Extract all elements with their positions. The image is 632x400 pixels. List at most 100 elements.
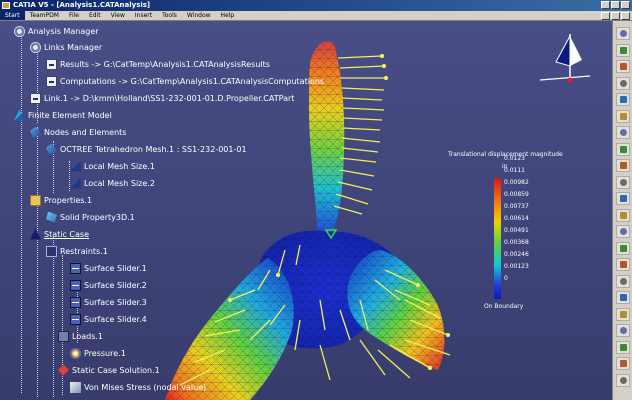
local-mesh-size-icon (70, 177, 81, 189)
fit-button[interactable] (616, 76, 630, 90)
displacement-legend[interactable]: Translational displacement magnitude in … (448, 151, 588, 321)
surface-slider-icon (70, 296, 81, 308)
doc-minimize-button[interactable] (601, 12, 610, 20)
image-button[interactable] (616, 175, 630, 189)
menu-bar: Start TeamPDM File Edit View Insert Tool… (0, 11, 632, 21)
hide-show-button[interactable] (616, 126, 630, 139)
link-icon (46, 58, 57, 70)
amplification-button[interactable] (616, 225, 630, 238)
shading-button[interactable] (616, 109, 630, 123)
right-toolbar (612, 21, 632, 400)
shading-icon (620, 112, 627, 120)
image-icon (620, 178, 627, 186)
tree-computations-link[interactable]: Computations -> G:\CatTemp\Analysis1.CAT… (46, 74, 324, 88)
pan-icon (620, 46, 627, 54)
tree-surface-slider-4[interactable]: Surface Slider.4 (70, 312, 147, 326)
rotate-icon (620, 63, 627, 70)
menu-help[interactable]: Help (216, 11, 240, 20)
generate-button[interactable] (616, 307, 630, 321)
amplification-icon (620, 228, 627, 235)
tree-properties[interactable]: Properties.1 (30, 193, 92, 207)
menu-tools[interactable]: Tools (157, 11, 182, 20)
legend-color-bar (494, 178, 501, 299)
tree-local-mesh-size-1[interactable]: Local Mesh Size.1 (70, 159, 155, 173)
analysis-button[interactable] (616, 357, 630, 370)
menu-start[interactable]: Start (0, 11, 25, 20)
options-button[interactable] (616, 340, 630, 354)
minimize-button[interactable] (601, 1, 610, 9)
tree-local-mesh-size-2[interactable]: Local Mesh Size.2 (70, 176, 155, 190)
legend-footer: On Boundary (484, 303, 524, 310)
tree-surface-slider-2[interactable]: Surface Slider.2 (70, 278, 147, 292)
tools-button[interactable] (616, 373, 630, 387)
tools-icon (620, 376, 627, 384)
cut-plane-button[interactable] (616, 208, 630, 222)
solid-property-icon (46, 211, 57, 223)
doc-close-button[interactable] (621, 12, 630, 20)
von-mises-icon (70, 381, 81, 393)
zoom-icon (620, 30, 627, 37)
catia-app-icon (2, 2, 10, 9)
tree-static-case-solution[interactable]: Static Case Solution.1 (58, 363, 160, 377)
report-button[interactable] (616, 274, 630, 288)
window-title-bar: CATIA V5 - [Analysis1.CATAnalysis] (0, 0, 632, 11)
compass-icon[interactable] (539, 34, 591, 83)
tree-results-link[interactable]: Results -> G:\CatTemp\Analysis1.CATAnaly… (46, 57, 270, 71)
measure-button[interactable] (616, 324, 630, 337)
finite-element-model-icon (14, 109, 25, 121)
legend-value: 0.0123 (504, 155, 525, 162)
tree-surface-slider-3[interactable]: Surface Slider.3 (70, 295, 147, 309)
tree-nodes-elements[interactable]: Nodes and Elements (30, 125, 126, 139)
rotate-button[interactable] (616, 60, 630, 73)
information-button[interactable] (616, 258, 630, 271)
information-icon (620, 261, 627, 268)
tree-octree-mesh[interactable]: OCTREE Tetrahedron Mesh.1 : SS1-232-001-… (46, 142, 247, 156)
generate-icon (620, 310, 627, 318)
pressure-icon (70, 347, 81, 359)
doc-restore-button[interactable] (611, 12, 620, 20)
menu-view[interactable]: View (106, 11, 130, 20)
solution-icon (58, 364, 69, 376)
maximize-button[interactable] (611, 1, 620, 9)
extrema-button[interactable] (616, 241, 630, 255)
menu-file[interactable]: File (64, 11, 84, 20)
menu-window[interactable]: Window (182, 11, 216, 20)
properties-folder-icon (30, 194, 41, 206)
close-button[interactable] (621, 1, 630, 9)
normal-view-icon (620, 96, 627, 103)
animate-icon (620, 195, 627, 202)
animate-button[interactable] (616, 192, 630, 205)
menu-teampdm[interactable]: TeamPDM (25, 11, 64, 20)
tree-restraints[interactable]: Restraints.1 (46, 244, 108, 258)
surface-slider-icon (70, 262, 81, 274)
links-manager-icon (30, 41, 41, 53)
tree-loads[interactable]: Loads.1 (58, 329, 103, 343)
local-mesh-size-icon (70, 160, 81, 172)
zoom-button[interactable] (616, 27, 630, 40)
legend-value: 0 (504, 275, 508, 282)
tree-part-link[interactable]: Link.1 -> D:\kmm\Holland\SS1-232-001-01.… (30, 91, 294, 105)
tree-finite-element-model[interactable]: Finite Element Model (14, 108, 112, 122)
sensor-button[interactable] (616, 291, 630, 304)
legend-value: 0.00246 (504, 251, 529, 258)
measure-icon (620, 327, 627, 334)
analysis-manager-icon (14, 25, 25, 37)
loads-icon (58, 330, 69, 342)
right-blade (347, 250, 445, 370)
tree-static-case[interactable]: Static Case (30, 227, 89, 241)
tree-links-manager[interactable]: Links Manager (30, 40, 102, 54)
tree-pressure[interactable]: Pressure.1 (70, 346, 126, 360)
tree-analysis-manager[interactable]: Analysis Manager (14, 24, 99, 38)
normal-view-button[interactable] (616, 93, 630, 106)
swap-button[interactable] (616, 142, 630, 156)
nodes-elements-icon (30, 126, 41, 138)
tree-von-mises-stress[interactable]: Von Mises Stress (nodal value) (70, 380, 206, 394)
3d-viewport[interactable]: Analysis Manager Links Manager Results -… (0, 21, 612, 400)
menu-insert[interactable]: Insert (130, 11, 157, 20)
menu-edit[interactable]: Edit (84, 11, 106, 20)
compute-button[interactable] (616, 159, 630, 172)
legend-value: 0.00614 (504, 215, 529, 222)
tree-solid-property[interactable]: Solid Property3D.1 (46, 210, 135, 224)
tree-surface-slider-1[interactable]: Surface Slider.1 (70, 261, 147, 275)
pan-button[interactable] (616, 43, 630, 57)
